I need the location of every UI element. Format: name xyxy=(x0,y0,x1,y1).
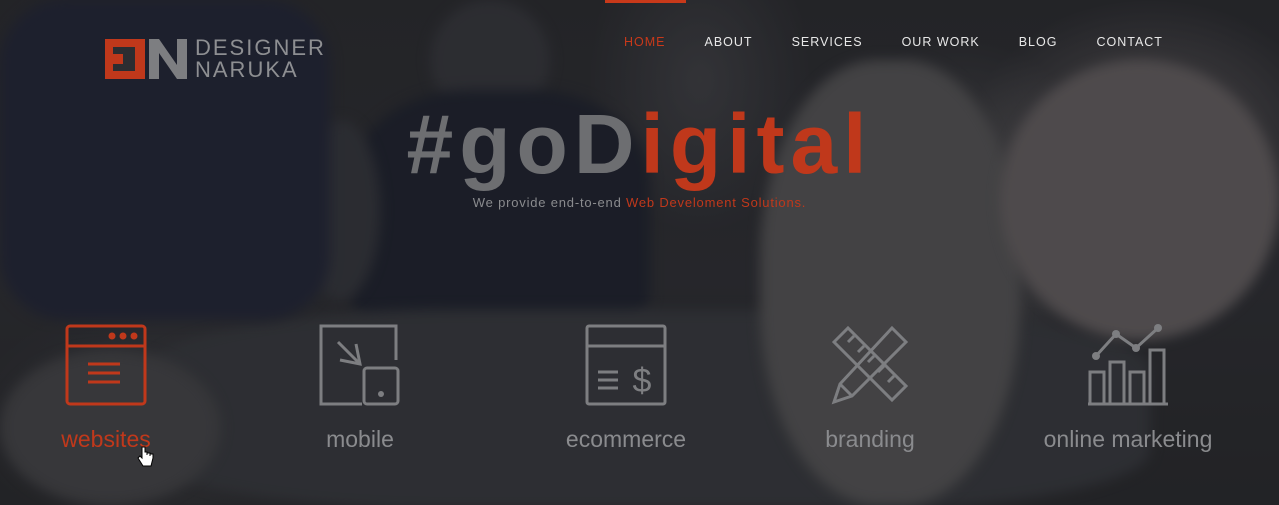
service-label-branding: branding xyxy=(825,426,915,452)
logo-line-2: NARUKA xyxy=(195,57,299,82)
nav-about[interactable]: ABOUT xyxy=(705,0,753,84)
logo-line-1: DESIGNER xyxy=(195,35,326,60)
service-ecommerce[interactable]: $ ecommerce xyxy=(556,322,696,453)
service-mobile[interactable]: mobile xyxy=(300,322,420,453)
nav-services[interactable]: SERVICES xyxy=(792,0,863,84)
payment-window-icon: $ xyxy=(585,324,667,406)
hero-subtitle-lead: We provide end-to-end xyxy=(472,195,627,210)
responsive-devices-icon xyxy=(319,324,400,406)
svg-text:$: $ xyxy=(633,362,652,400)
nav-home[interactable]: HOME xyxy=(605,0,685,84)
main-navigation: HOME ABOUT SERVICES OUR WORK BLOG CONTAC… xyxy=(605,0,1202,84)
site-logo[interactable]: DESIGNER NARUKA xyxy=(105,37,326,81)
browser-window-icon xyxy=(65,324,147,406)
hand-pointer-icon xyxy=(137,446,154,467)
service-label-mobile: mobile xyxy=(326,426,394,452)
nav-our-work[interactable]: OUR WORK xyxy=(902,0,980,84)
growth-chart-icon xyxy=(1088,324,1168,406)
pencil-ruler-icon xyxy=(831,325,909,405)
hero-subtitle-accent: Web Develoment Solutions. xyxy=(626,195,807,210)
service-label-ecommerce: ecommerce xyxy=(565,426,687,452)
service-branding[interactable]: branding xyxy=(810,322,930,453)
service-websites[interactable]: websites xyxy=(40,322,172,453)
nav-contact[interactable]: CONTACT xyxy=(1096,0,1163,84)
hero-title-hash: #go xyxy=(406,97,574,191)
service-label-online-marketing: online marketing xyxy=(1043,426,1213,452)
hero-title-d: D xyxy=(573,97,641,191)
logo-wordmark: DESIGNER NARUKA xyxy=(195,37,326,81)
hero-title: #goDigital xyxy=(0,96,1279,192)
nav-blog[interactable]: BLOG xyxy=(1019,0,1058,84)
logo-mark-icon xyxy=(105,37,187,81)
hero-title-rest: igital xyxy=(640,97,873,191)
hero-subtitle: We provide end-to-end Web Develoment Sol… xyxy=(0,195,1279,210)
service-online-marketing[interactable]: online marketing xyxy=(1028,322,1228,453)
